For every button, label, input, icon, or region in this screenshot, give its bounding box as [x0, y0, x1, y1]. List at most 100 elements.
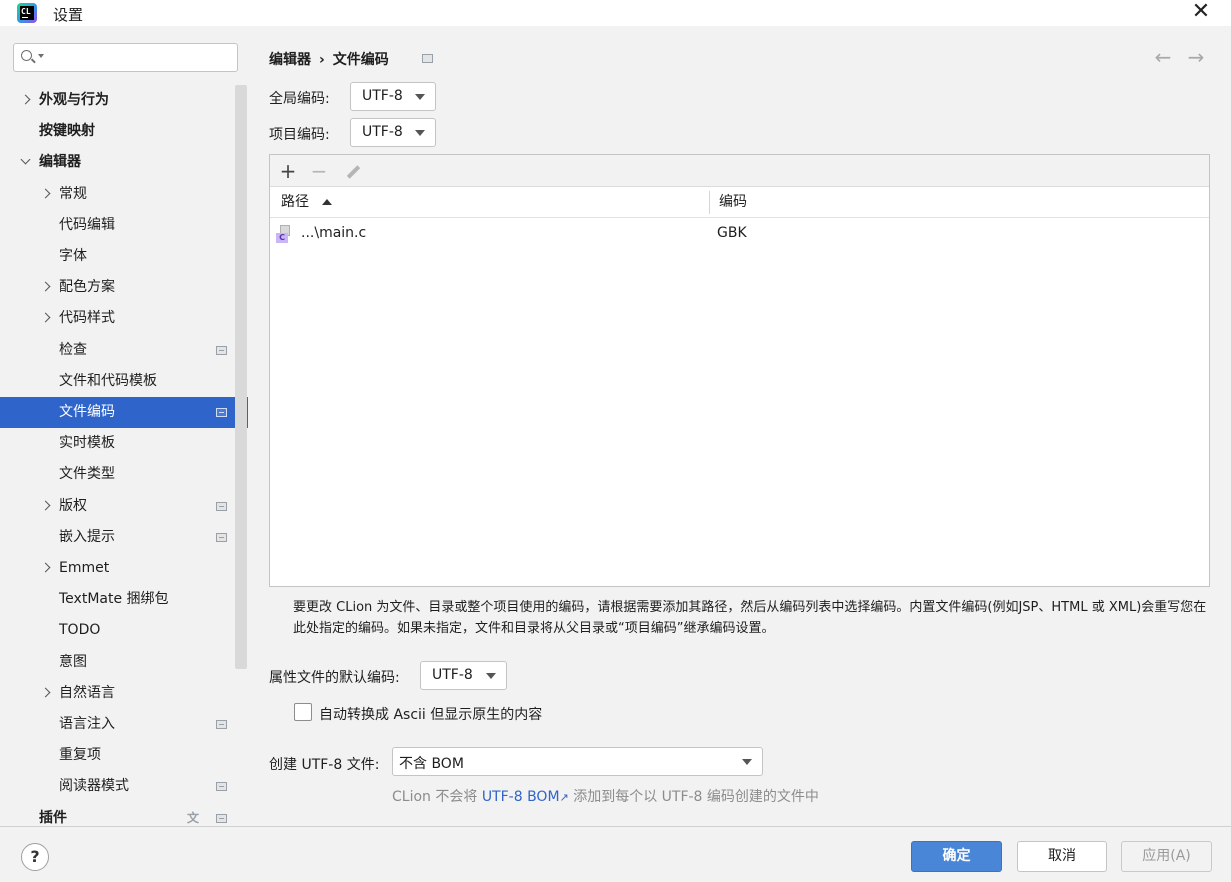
- sidebar-item[interactable]: 文件和代码模板: [0, 366, 248, 397]
- row-encoding[interactable]: GBK: [717, 225, 747, 241]
- sidebar-item[interactable]: TextMate 捆绑包: [0, 584, 248, 615]
- table-row[interactable]: C ...\main.c GBK: [270, 219, 1209, 249]
- encoding-table: + − 路径 编码 C ...\main.c GBK: [269, 154, 1210, 587]
- chevron-right-icon[interactable]: [39, 553, 53, 584]
- external-link-icon[interactable]: ↗: [560, 791, 569, 804]
- help-icon[interactable]: ?: [21, 843, 49, 871]
- sidebar-item[interactable]: 嵌入提示: [0, 522, 248, 553]
- chevron-right-icon[interactable]: [19, 85, 33, 116]
- search-options-chevron-icon[interactable]: [38, 54, 44, 58]
- sidebar-item-label: 字体: [59, 248, 87, 264]
- sidebar-item[interactable]: 代码编辑: [0, 210, 248, 241]
- sidebar-item[interactable]: 语言注入: [0, 709, 248, 740]
- sidebar-item-label: 自然语言: [59, 685, 115, 701]
- c-file-icon: C: [276, 225, 292, 243]
- sidebar-item[interactable]: 常规: [0, 179, 248, 210]
- project-encoding-value: UTF-8: [362, 124, 403, 140]
- sidebar-item-label: 插件: [39, 810, 67, 826]
- settings-sidebar: 外观与行为 按键映射编辑器常规代码编辑字体配色方案 代码样式检查文件和代码模板文件编…: [0, 26, 248, 826]
- column-header-path[interactable]: 路径: [281, 187, 309, 218]
- edit-pencil-icon[interactable]: [341, 159, 365, 183]
- sidebar-item[interactable]: 实时模板: [0, 428, 248, 459]
- sidebar-item[interactable]: 自然语言: [0, 678, 248, 709]
- sidebar-item[interactable]: 文件类型: [0, 459, 248, 490]
- title-bar: CL 设置 ✕: [0, 0, 1231, 26]
- chevron-right-icon[interactable]: [39, 491, 53, 522]
- sidebar-item-label: 检查: [59, 342, 87, 358]
- sidebar-item-label: 文件编码: [59, 404, 115, 420]
- sidebar-item-label: 重复项: [59, 747, 101, 763]
- ok-button[interactable]: 确定: [911, 841, 1002, 872]
- project-scope-icon: [422, 54, 433, 63]
- translate-icon: 文A: [187, 811, 200, 826]
- sidebar-item[interactable]: 外观与行为: [0, 85, 248, 116]
- c-file-letter: C: [276, 233, 288, 243]
- project-scope-icon: [216, 720, 227, 729]
- sidebar-item-label: 语言注入: [59, 716, 115, 732]
- create-utf8-label: 创建 UTF-8 文件:: [269, 757, 380, 773]
- chevron-right-icon[interactable]: [39, 179, 53, 210]
- global-encoding-label: 全局编码:: [269, 91, 330, 107]
- project-encoding-label: 项目编码:: [269, 127, 330, 143]
- sidebar-item[interactable]: 按键映射: [0, 116, 248, 147]
- properties-encoding-select[interactable]: UTF-8: [420, 661, 507, 690]
- sidebar-item-label: TODO: [59, 622, 101, 638]
- add-icon[interactable]: +: [276, 159, 300, 183]
- sidebar-item-label: 代码编辑: [59, 217, 115, 233]
- chevron-right-icon[interactable]: [39, 272, 53, 303]
- sidebar-item-label: 嵌入提示: [59, 529, 115, 545]
- forward-arrow-icon[interactable]: →: [1185, 46, 1207, 68]
- breadcrumb: 编辑器 › 文件编码: [269, 49, 389, 69]
- breadcrumb-separator: ›: [319, 52, 325, 68]
- create-utf8-value: 不含 BOM: [399, 756, 464, 772]
- column-divider[interactable]: [709, 191, 710, 214]
- sort-ascending-icon: [322, 199, 332, 205]
- breadcrumb-current: 文件编码: [332, 52, 389, 68]
- transparent-ascii-label[interactable]: 自动转换成 Ascii 但显示原生的内容: [319, 704, 542, 724]
- sidebar-item[interactable]: 配色方案: [0, 272, 248, 303]
- chevron-down-icon[interactable]: [19, 147, 33, 178]
- bom-note: CLion 不会将 UTF-8 BOM↗ 添加到每个以 UTF-8 编码创建的文…: [392, 786, 819, 806]
- project-scope-icon: [216, 814, 227, 823]
- chevron-right-icon[interactable]: [39, 678, 53, 709]
- sidebar-scrollbar[interactable]: [235, 85, 247, 669]
- project-scope-icon: [216, 502, 227, 511]
- project-scope-icon: [216, 408, 227, 417]
- sidebar-item[interactable]: 阅读器模式: [0, 771, 248, 802]
- apply-button[interactable]: 应用(A): [1121, 841, 1212, 872]
- sidebar-item[interactable]: 字体: [0, 241, 248, 272]
- sidebar-item[interactable]: 版权: [0, 491, 248, 522]
- chevron-down-icon: [742, 759, 752, 765]
- chevron-down-icon: [415, 94, 425, 100]
- settings-search-input[interactable]: [13, 43, 238, 72]
- transparent-ascii-checkbox[interactable]: [294, 703, 312, 721]
- chevron-right-icon[interactable]: [39, 303, 53, 334]
- sidebar-item[interactable]: 插件 文A: [0, 803, 248, 826]
- project-encoding-select[interactable]: UTF-8: [350, 118, 436, 147]
- settings-main-panel: 编辑器 › 文件编码 ← → 全局编码: UTF-8 项目编码: UTF-8 + −…: [248, 26, 1231, 826]
- properties-encoding-label: 属性文件的默认编码:: [269, 670, 400, 686]
- sidebar-item[interactable]: 意图: [0, 647, 248, 678]
- breadcrumb-parent[interactable]: 编辑器: [269, 52, 311, 68]
- sidebar-item[interactable]: 编辑器: [0, 147, 248, 178]
- table-toolbar: + −: [270, 155, 1209, 187]
- properties-encoding-value: UTF-8: [432, 667, 473, 683]
- sidebar-item-label: 版权: [59, 498, 87, 514]
- global-encoding-select[interactable]: UTF-8: [350, 82, 436, 111]
- sidebar-item[interactable]: 检查: [0, 335, 248, 366]
- global-encoding-value: UTF-8: [362, 88, 403, 104]
- utf8-bom-link[interactable]: UTF-8 BOM: [482, 789, 560, 805]
- close-icon[interactable]: ✕: [1186, 0, 1216, 26]
- column-header-encoding[interactable]: 编码: [719, 187, 747, 218]
- sidebar-item[interactable]: 代码样式: [0, 303, 248, 334]
- cancel-button[interactable]: 取消: [1017, 841, 1107, 872]
- sidebar-item[interactable]: 文件编码: [0, 397, 248, 428]
- chevron-down-icon: [486, 673, 496, 679]
- create-utf8-select[interactable]: 不含 BOM: [392, 747, 763, 776]
- sidebar-item[interactable]: Emmet: [0, 553, 248, 584]
- sidebar-item-label: 编辑器: [39, 154, 81, 170]
- sidebar-item[interactable]: TODO: [0, 615, 248, 646]
- remove-icon[interactable]: −: [307, 159, 331, 183]
- back-arrow-icon[interactable]: ←: [1152, 46, 1174, 68]
- sidebar-item[interactable]: 重复项: [0, 740, 248, 771]
